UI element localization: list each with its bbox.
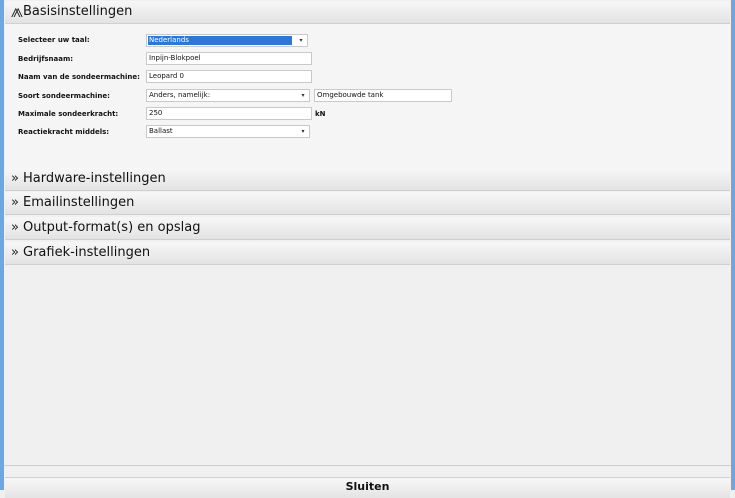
language-select[interactable]: Nederlands ▾ — [146, 34, 308, 47]
max-force-label: Maximale sondeerkracht: — [18, 110, 119, 118]
section-header-grafiek[interactable]: » Grafiek-instellingen — [5, 242, 730, 265]
section-header-output[interactable]: » Output-format(s) en opslag — [5, 217, 730, 240]
chevron-right-icon: » — [11, 195, 19, 210]
reaction-force-select[interactable]: Ballast ▾ — [146, 125, 310, 138]
chevron-right-icon: » — [11, 220, 19, 235]
dropdown-arrow-icon[interactable]: ▾ — [297, 126, 309, 137]
company-input[interactable]: Inpijn-Blokpoel — [146, 52, 312, 65]
settings-content: ⨇ Basisinstellingen Selecteer uw taal: N… — [4, 0, 731, 498]
chevron-right-icon: » — [11, 171, 19, 186]
reaction-force-label: Reactiekracht middels: — [18, 128, 110, 136]
machine-name-label: Naam van de sondeermachine: — [18, 73, 140, 81]
section-header-basisinstellingen[interactable]: ⨇ Basisinstellingen — [5, 1, 730, 24]
machine-type-value: Anders, namelijk: — [149, 91, 211, 99]
machine-type-select[interactable]: Anders, namelijk: ▾ — [146, 89, 310, 102]
basisinstellingen-panel: Selecteer uw taal: Nederlands ▾ Bedrijfs… — [5, 24, 730, 168]
footer-separator — [4, 465, 731, 466]
max-force-input[interactable]: 250 — [146, 107, 312, 120]
reaction-force-value: Ballast — [149, 127, 173, 135]
language-value: Nederlands — [148, 36, 292, 45]
section-title: Grafiek-instellingen — [23, 245, 151, 260]
chevron-down-icon: ⨇ — [11, 6, 23, 20]
section-title: Output-format(s) en opslag — [23, 220, 201, 235]
max-force-unit: kN — [315, 110, 326, 118]
section-title: Hardware-instellingen — [23, 171, 166, 186]
window-frame-right — [731, 0, 735, 490]
close-button[interactable]: Sluiten — [5, 477, 730, 498]
section-title: Emailinstellingen — [23, 195, 135, 210]
section-header-email[interactable]: » Emailinstellingen — [5, 192, 730, 215]
machine-type-other-input[interactable]: Omgebouwde tank — [314, 89, 452, 102]
section-header-hardware[interactable]: » Hardware-instellingen — [5, 168, 730, 191]
machine-name-input[interactable]: Leopard 0 — [146, 70, 312, 83]
dropdown-arrow-icon[interactable]: ▾ — [295, 35, 307, 46]
dropdown-arrow-icon[interactable]: ▾ — [297, 90, 309, 101]
section-title: Basisinstellingen — [23, 4, 133, 19]
chevron-right-icon: » — [11, 245, 19, 260]
company-label: Bedrijfsnaam: — [18, 55, 74, 63]
machine-type-label: Soort sondeermachine: — [18, 92, 110, 100]
language-label: Selecteer uw taal: — [18, 36, 90, 44]
